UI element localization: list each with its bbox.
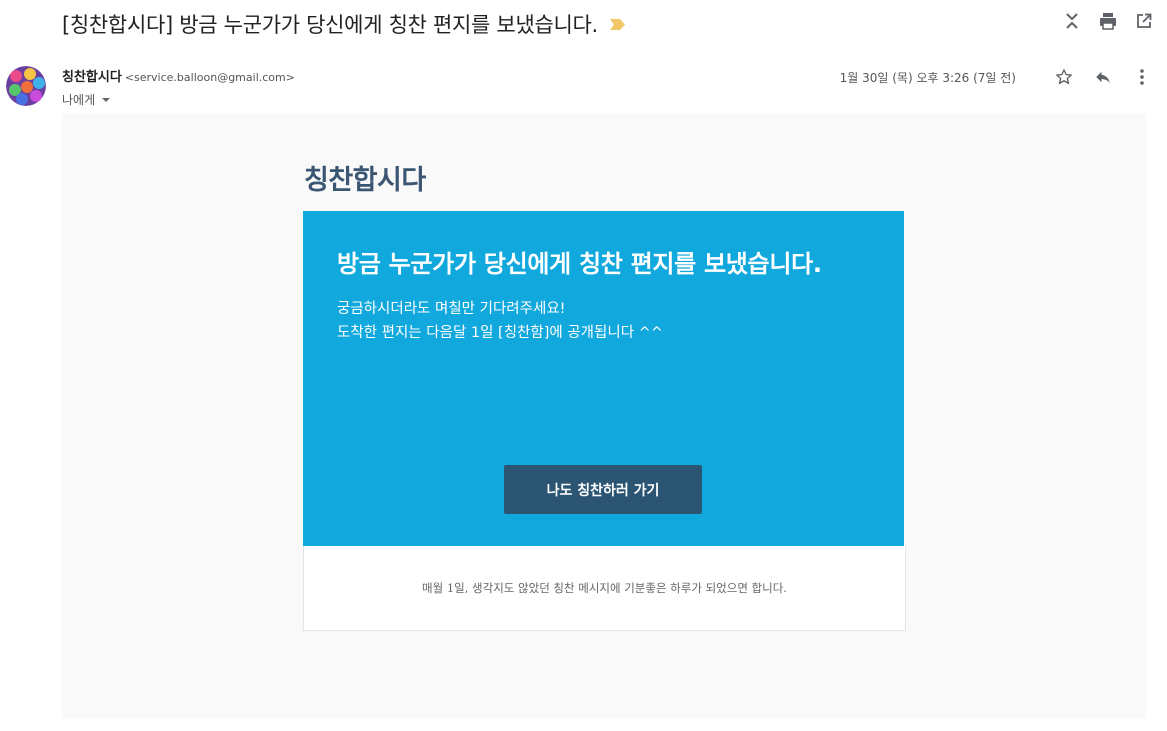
card-title: 방금 누군가가 당신에게 칭찬 편지를 보냈습니다. [337,250,822,278]
star-icon[interactable] [1053,66,1075,88]
chevron-down-icon [102,97,111,102]
recipient-dropdown[interactable]: 나에게 [62,91,295,108]
sender-info: 칭찬합시다 <service.balloon@gmail.com> 나에게 [62,66,295,108]
avatar[interactable] [6,66,46,106]
recipient-label: 나에게 [62,93,96,107]
card-message-line-2: 도착한 편지는 다음달 1일 [칭찬함]에 공개됩니다 ^^ [337,325,663,341]
subject-row: [칭찬합시다] 방금 누군가가 당신에게 칭찬 편지를 보냈습니다. [62,8,625,40]
reply-icon[interactable] [1092,66,1114,88]
more-vert-icon[interactable] [1131,66,1153,88]
email-subject: [칭찬합시다] 방금 누군가가 당신에게 칭찬 편지를 보냈습니다. [62,13,598,37]
top-toolbar [1063,12,1153,30]
email-date: 1월 30일 (목) 오후 3:26 (7일 전) [839,70,1016,85]
footer-text: 매월 1일, 생각지도 않았던 칭찬 메시지에 기분좋은 하루가 되었으면 합니… [422,581,787,595]
sender-name[interactable]: 칭찬합시다 [62,70,122,85]
important-label-icon[interactable] [609,19,625,30]
print-icon[interactable] [1099,12,1117,30]
expand-collapse-icon[interactable] [1063,12,1081,30]
sender-row: 칭찬합시다 <service.balloon@gmail.com> 나에게 1월 … [6,64,1153,108]
notification-card: 방금 누군가가 당신에게 칭찬 편지를 보냈습니다. 궁금하시더라도 며칠만 기… [303,211,904,546]
footer-box: 매월 1일, 생각지도 않았던 칭찬 메시지에 기분좋은 하루가 되었으면 합니… [303,546,906,631]
date-actions: 1월 30일 (목) 오후 3:26 (7일 전) [840,66,1153,88]
card-message-line-1: 궁금하시더라도 며칠만 기다려주세요! [337,301,566,317]
email-body: 칭찬합시다 방금 누군가가 당신에게 칭찬 편지를 보냈습니다. 궁금하시더라도… [62,114,1146,718]
sender-email: <service.balloon@gmail.com> [124,71,295,84]
open-new-window-icon[interactable] [1135,12,1153,30]
go-praise-button[interactable]: 나도 칭찬하러 가기 [504,465,702,514]
brand-title: 칭찬합시다 [304,165,426,196]
